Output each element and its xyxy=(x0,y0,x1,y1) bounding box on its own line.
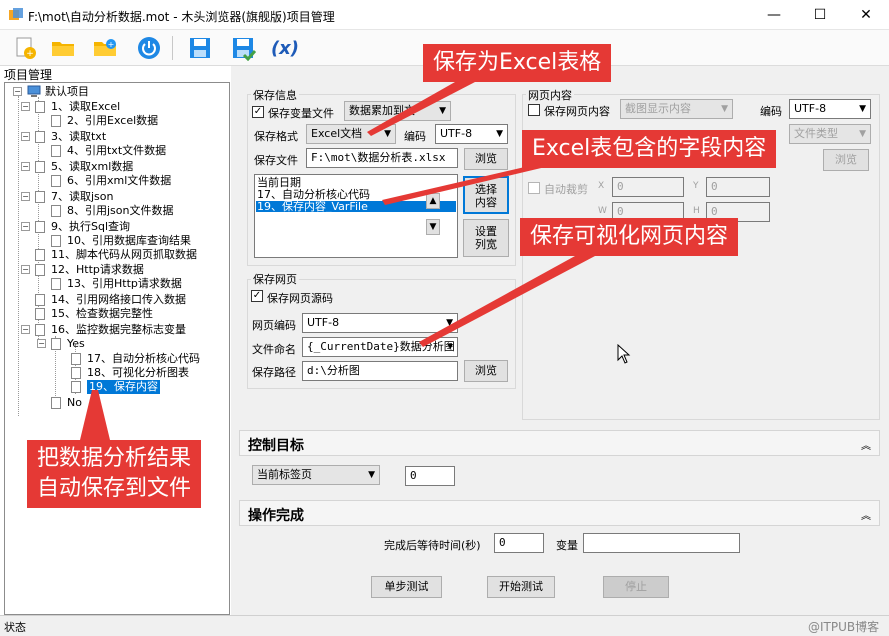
status-bar: 状态 @ITPUB博客 xyxy=(0,615,889,636)
callout-auto-save-line2: 自动保存到文件 xyxy=(37,476,192,501)
callout-web: 保存可视化网页内容 xyxy=(520,218,739,256)
callout-auto-save: 把数据分析结果 自动保存到文件 xyxy=(27,440,202,508)
watermark: @ITPUB博客 xyxy=(808,620,880,634)
callout-fields: Excel表包含的字段内容 xyxy=(522,130,777,168)
callout-excel: 保存为Excel表格 xyxy=(423,44,612,82)
status-label: 状态 xyxy=(4,621,26,634)
callout-arrows xyxy=(80,82,595,440)
mouse-cursor-icon xyxy=(617,344,631,364)
callout-auto-save-line1: 把数据分析结果 xyxy=(37,446,192,471)
